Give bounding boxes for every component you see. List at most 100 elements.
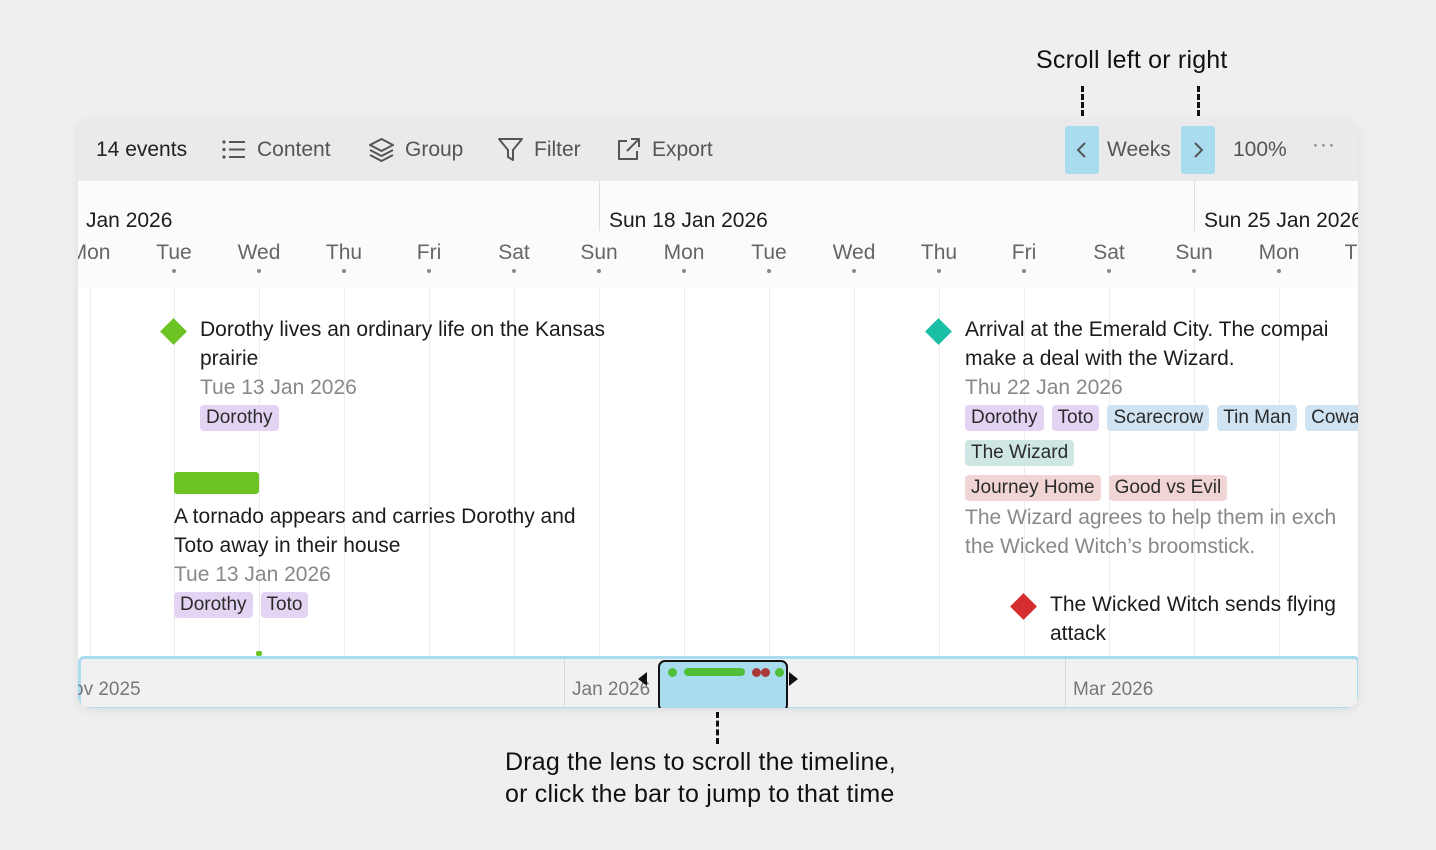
event-title: attack bbox=[1050, 622, 1107, 645]
chevron-right-icon bbox=[1194, 142, 1204, 158]
export-button[interactable]: Export bbox=[615, 136, 713, 163]
content-button[interactable]: Content bbox=[220, 136, 331, 163]
timeline-header: Jan 2026 Sun 18 Jan 2026 Sun 25 Jan 2026… bbox=[78, 181, 1358, 287]
day-gridline bbox=[90, 287, 91, 656]
timeline-body[interactable]: Dorothy lives an ordinary life on the Ka… bbox=[78, 287, 1358, 656]
scroll-left-button[interactable] bbox=[1065, 126, 1099, 174]
tag-scarecrow[interactable]: Scarecrow bbox=[1107, 405, 1210, 431]
event-marker-diamond[interactable] bbox=[925, 318, 952, 345]
callout-pointer-lens bbox=[716, 712, 719, 744]
week-label: Jan 2026 bbox=[86, 209, 173, 232]
minimap-label: ov 2025 bbox=[78, 679, 141, 700]
minimap-event-dot bbox=[761, 668, 770, 677]
day-tick bbox=[1277, 269, 1281, 273]
day-label: Thu bbox=[325, 241, 363, 264]
timeline-minimap[interactable]: ov 2025 Jan 2026 Mar 2026 bbox=[78, 656, 1358, 708]
tag-toto[interactable]: Toto bbox=[1051, 405, 1100, 431]
event-date: Tue 13 Jan 2026 bbox=[200, 376, 357, 399]
day-tick bbox=[682, 269, 686, 273]
export-label: Export bbox=[652, 137, 713, 161]
lens-right-handle-icon[interactable] bbox=[789, 672, 798, 686]
tag-cowardly-lion[interactable]: Cowa bbox=[1305, 405, 1358, 431]
chevron-left-icon bbox=[1076, 142, 1086, 158]
event-card[interactable]: A tornado appears and carries Dorothy an… bbox=[174, 502, 634, 618]
day-tick bbox=[342, 269, 346, 273]
day-tick bbox=[1022, 269, 1026, 273]
event-title: Dorothy lives an ordinary life on the Ka… bbox=[200, 318, 606, 341]
day-gridline bbox=[684, 287, 685, 656]
list-icon bbox=[222, 140, 245, 159]
filter-button[interactable]: Filter bbox=[497, 136, 581, 163]
event-span-bar[interactable] bbox=[174, 472, 259, 494]
tag-tin-man[interactable]: Tin Man bbox=[1217, 405, 1298, 431]
event-card[interactable]: Dorothy lives an ordinary life on the Ka… bbox=[200, 315, 660, 431]
event-title: Toto away in their house bbox=[174, 534, 401, 557]
day-tick bbox=[1192, 269, 1196, 273]
day-gridline bbox=[854, 287, 855, 656]
event-title: make a deal with the Wizard. bbox=[965, 347, 1235, 370]
content-label: Content bbox=[257, 137, 331, 161]
day-label: Sun bbox=[1175, 241, 1213, 264]
day-label: Sun bbox=[580, 241, 618, 264]
timeline-window: 14 events Content Group Filter Export We… bbox=[78, 120, 1358, 708]
event-description: The Wizard agrees to help them in exch bbox=[965, 506, 1337, 529]
event-marker-diamond[interactable] bbox=[1010, 593, 1037, 620]
day-tick bbox=[1107, 269, 1111, 273]
minimap-event-bar bbox=[684, 668, 745, 676]
tag-dorothy[interactable]: Dorothy bbox=[965, 405, 1044, 431]
week-label: Sun 25 Jan 2026 bbox=[1204, 209, 1358, 232]
day-label: Tue bbox=[156, 241, 192, 264]
group-button[interactable]: Group bbox=[368, 136, 463, 163]
scale-selector[interactable]: Weeks bbox=[1107, 138, 1171, 162]
minimap-event-dot bbox=[668, 668, 677, 677]
funnel-icon bbox=[498, 138, 523, 161]
minimap-event-dot bbox=[752, 668, 761, 677]
day-label: Mon bbox=[1258, 241, 1300, 264]
tag-dorothy[interactable]: Dorothy bbox=[200, 405, 279, 431]
day-tick bbox=[597, 269, 601, 273]
day-tick bbox=[172, 269, 176, 273]
callout-lens-line1: Drag the lens to scroll the timeline, bbox=[505, 748, 896, 776]
tag-toto[interactable]: Toto bbox=[260, 592, 309, 618]
minimap-event-dot bbox=[775, 668, 784, 677]
event-date: Tue 13 Jan 2026 bbox=[174, 563, 331, 586]
tag-dorothy[interactable]: Dorothy bbox=[174, 592, 253, 618]
external-link-icon bbox=[618, 138, 640, 160]
minimap-separator bbox=[564, 659, 565, 707]
day-label: Fri bbox=[1011, 241, 1037, 264]
zoom-level[interactable]: 100% bbox=[1233, 138, 1287, 162]
day-tick bbox=[937, 269, 941, 273]
day-tick bbox=[257, 269, 261, 273]
day-label: Tue bbox=[751, 241, 787, 264]
event-title: prairie bbox=[200, 347, 259, 370]
day-gridline bbox=[769, 287, 770, 656]
lens-left-handle-icon[interactable] bbox=[638, 672, 647, 686]
tag-the-wizard[interactable]: The Wizard bbox=[965, 440, 1075, 466]
minimap-lens[interactable] bbox=[658, 660, 788, 708]
callout-pointer-right bbox=[1197, 86, 1200, 116]
event-card[interactable]: The Wicked Witch sends flying attack bbox=[1050, 590, 1358, 648]
filter-label: Filter bbox=[534, 137, 581, 161]
event-date: Thu 22 Jan 2026 bbox=[965, 376, 1123, 399]
week-separator bbox=[1194, 181, 1195, 231]
event-card[interactable]: Arrival at the Emerald City. The compai … bbox=[965, 315, 1358, 561]
day-tick bbox=[427, 269, 431, 273]
day-label: Sat bbox=[498, 241, 530, 264]
toolbar: 14 events Content Group Filter Export We… bbox=[78, 120, 1358, 181]
minimap-separator bbox=[1065, 659, 1066, 707]
event-count: 14 events bbox=[96, 138, 188, 161]
day-label: Wed bbox=[237, 241, 281, 264]
tag-journey-home[interactable]: Journey Home bbox=[965, 475, 1101, 501]
callout-lens-line2: or click the bar to jump to that time bbox=[505, 780, 895, 808]
scroll-right-button[interactable] bbox=[1181, 126, 1215, 174]
group-label: Group bbox=[405, 137, 464, 161]
day-label: Fri bbox=[416, 241, 442, 264]
minimap-label: Mar 2026 bbox=[1073, 679, 1154, 700]
event-title: Arrival at the Emerald City. The compai bbox=[965, 318, 1329, 341]
event-marker-diamond[interactable] bbox=[160, 318, 187, 345]
day-label: T bbox=[1344, 241, 1358, 264]
more-menu-button[interactable]: ··· bbox=[1312, 133, 1336, 157]
tag-good-vs-evil[interactable]: Good vs Evil bbox=[1108, 475, 1228, 501]
event-description: the Wicked Witch’s broomstick. bbox=[965, 535, 1256, 558]
day-label: Sat bbox=[1093, 241, 1125, 264]
